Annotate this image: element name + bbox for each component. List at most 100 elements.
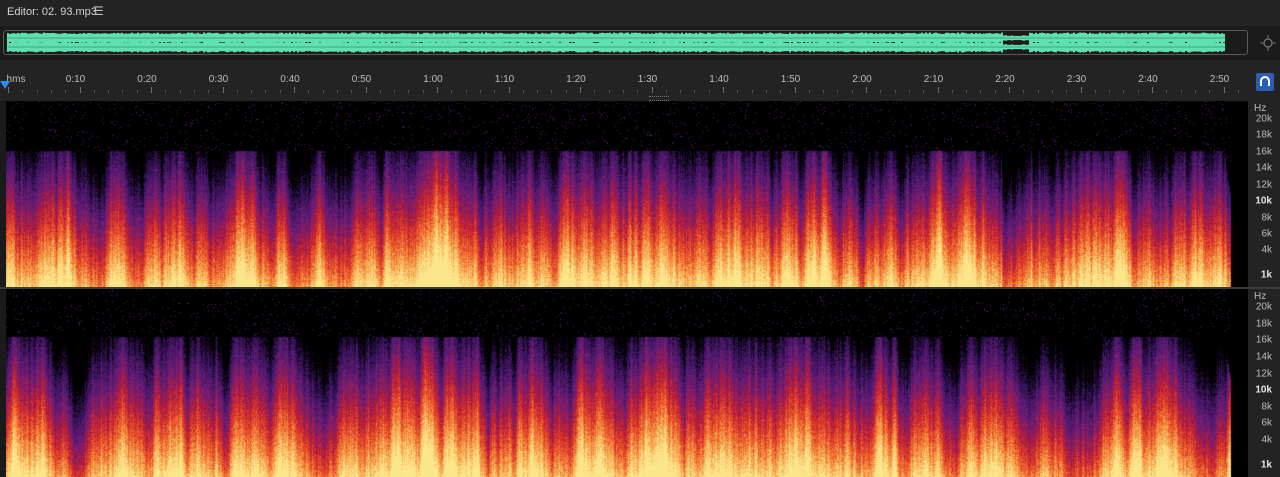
hz-tick-label: 14k (1256, 351, 1272, 362)
ruler-tick-label: 1:00 (423, 74, 442, 85)
ruler-minor-tick (451, 90, 452, 93)
ruler-tick-label: 2:50 (1210, 74, 1229, 85)
ruler-minor-tick (809, 90, 810, 93)
ruler-major-tick (795, 87, 796, 93)
hz-tick-label: 20k (1256, 302, 1272, 313)
timeline-ruler[interactable]: hms 0:10 0:20 0:30 0:40 0:50 1:00 1:10 1:20 1:30 1… (0, 71, 1280, 95)
ruler-minor-tick (1023, 90, 1024, 93)
ruler-minor-tick (165, 90, 166, 93)
ruler-tick-label: 0:40 (280, 74, 299, 85)
editor-title-bar: Editor: 02. 93.mp3 ☰ (0, 0, 1280, 24)
hz-tick-label: 6k (1261, 418, 1272, 429)
hz-tick-label: 12k (1256, 179, 1272, 190)
ruler-major-tick (1224, 87, 1225, 93)
ruler-minor-tick (94, 90, 95, 93)
ruler-minor-tick (837, 90, 838, 93)
ruler-minor-tick (952, 90, 953, 93)
ruler-minor-tick (895, 90, 896, 93)
ruler-minor-tick (523, 90, 524, 93)
ruler-minor-tick (394, 90, 395, 93)
ruler-major-tick (938, 87, 939, 93)
hz-tick-label: 14k (1256, 163, 1272, 174)
ruler-minor-tick (637, 90, 638, 93)
hz-tick-label: 1k (1261, 270, 1272, 281)
ruler-tick-label: 0:10 (66, 74, 85, 85)
ruler-minor-tick (566, 90, 567, 93)
hz-tick-label: 20k (1256, 114, 1272, 125)
ruler-minor-tick (1095, 90, 1096, 93)
overview-visible-range[interactable] (3, 30, 1248, 55)
ruler-major-tick (866, 87, 867, 93)
spectral-channel-right[interactable]: Hz 20k 18k 16k 14k 12k 10k 8k 6k 4k 1k (0, 289, 1280, 477)
ruler-tick-label: 1:50 (781, 74, 800, 85)
ruler-minor-tick (551, 90, 552, 93)
frequency-scale: Hz 20k 18k 16k 14k 12k 10k 8k 6k 4k 1k (1248, 101, 1280, 287)
spectral-channel-left[interactable]: Hz 20k 18k 16k 14k 12k 10k 8k 6k 4k 1k (0, 101, 1280, 287)
hz-tick-label: 4k (1261, 435, 1272, 446)
ruler-minor-tick (1238, 90, 1239, 93)
ruler-minor-tick (980, 90, 981, 93)
ruler-tick-label: 0:50 (352, 74, 371, 85)
ruler-major-tick (437, 87, 438, 93)
ruler-minor-tick (337, 90, 338, 93)
ruler-major-tick (1009, 87, 1010, 93)
ruler-minor-tick (423, 90, 424, 93)
ruler-minor-tick (308, 90, 309, 93)
ruler-minor-tick (666, 90, 667, 93)
ruler-minor-tick (65, 90, 66, 93)
ruler-tick-label: 1:40 (709, 74, 728, 85)
ruler-minor-tick (709, 90, 710, 93)
ruler-minor-tick (237, 90, 238, 93)
ruler-major-tick (80, 87, 81, 93)
hz-tick-label: 12k (1256, 368, 1272, 379)
ruler-minor-tick (251, 90, 252, 93)
ruler-minor-tick (466, 90, 467, 93)
ruler-major-tick (580, 87, 581, 93)
ruler-minor-tick (766, 90, 767, 93)
ruler-tick-label: 1:20 (566, 74, 585, 85)
ruler-ticks[interactable]: hms 0:10 0:20 0:30 0:40 0:50 1:00 1:10 1:20 1:30 1… (0, 71, 1248, 95)
ruler-minor-tick (694, 90, 695, 93)
ruler-major-tick (652, 87, 653, 93)
ruler-minor-tick (1109, 90, 1110, 93)
ruler-minor-tick (37, 90, 38, 93)
editor-title: Editor: 02. 93.mp3 (7, 6, 97, 18)
ruler-tick-label: 2:00 (852, 74, 871, 85)
ruler-minor-tick (108, 90, 109, 93)
ruler-minor-tick (280, 90, 281, 93)
ruler-minor-tick (909, 90, 910, 93)
ruler-minor-tick (995, 90, 996, 93)
snap-toggle-button[interactable] (1256, 73, 1274, 91)
ruler-minor-tick (923, 90, 924, 93)
ruler-minor-tick (609, 90, 610, 93)
zoom-navigator-icon[interactable] (1259, 34, 1277, 52)
playhead-marker[interactable] (0, 81, 10, 89)
ruler-minor-tick (1166, 90, 1167, 93)
hz-tick-label: 10k (1255, 196, 1272, 207)
ruler-minor-tick (208, 90, 209, 93)
ruler-minor-tick (680, 90, 681, 93)
ruler-minor-tick (880, 90, 881, 93)
hamburger-menu-icon[interactable]: ☰ (93, 4, 104, 18)
spectrogram-right[interactable] (6, 289, 1248, 477)
ruler-minor-tick (1038, 90, 1039, 93)
ruler-tick-label: 2:40 (1138, 74, 1157, 85)
ruler-tick-label: 2:30 (1067, 74, 1086, 85)
hz-tick-label: 18k (1256, 318, 1272, 329)
ruler-major-tick (294, 87, 295, 93)
hz-tick-label: 10k (1255, 385, 1272, 396)
ruler-minor-tick (537, 90, 538, 93)
hz-tick-label: 16k (1256, 146, 1272, 157)
ruler-minor-tick (823, 90, 824, 93)
spectrogram-left[interactable] (6, 101, 1248, 287)
overview-navigator[interactable] (0, 26, 1280, 60)
ruler-tick-label: 0:30 (209, 74, 228, 85)
frequency-scale: Hz 20k 18k 16k 14k 12k 10k 8k 6k 4k 1k (1248, 289, 1280, 477)
ruler-major-tick (151, 87, 152, 93)
ruler-minor-tick (737, 90, 738, 93)
hz-tick-label: 16k (1256, 335, 1272, 346)
ruler-minor-tick (351, 90, 352, 93)
ruler-major-tick (223, 87, 224, 93)
ruler-minor-tick (122, 90, 123, 93)
ruler-tick-label: 1:30 (638, 74, 657, 85)
